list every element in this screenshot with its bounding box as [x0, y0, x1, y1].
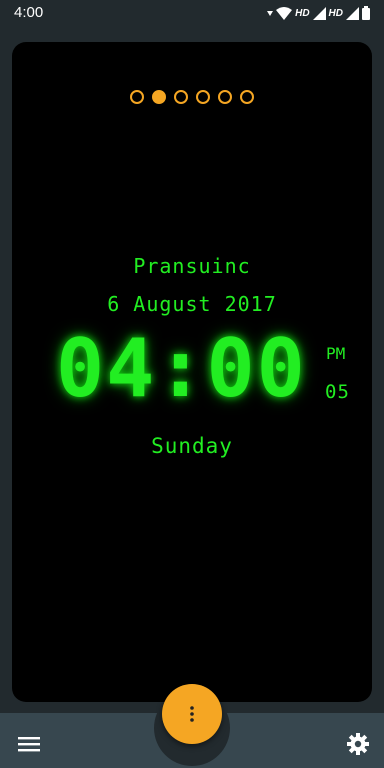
- page-dot[interactable]: [174, 90, 188, 104]
- status-time: 4:00: [14, 4, 44, 21]
- network-label-1: HD: [295, 7, 310, 19]
- page-dot[interactable]: [196, 90, 210, 104]
- page-dot[interactable]: [218, 90, 232, 104]
- menu-icon[interactable]: [18, 735, 42, 753]
- signal-icon: [346, 6, 359, 20]
- ampm-indicator: PM: [326, 344, 346, 363]
- page-dot[interactable]: [240, 90, 254, 104]
- owner-name: Pransuinc: [133, 254, 251, 278]
- page-dot[interactable]: [152, 90, 166, 104]
- seconds-text: 05: [325, 381, 350, 403]
- more-vertical-icon: [190, 706, 194, 722]
- network-label-2: HD: [328, 7, 343, 19]
- page-dot[interactable]: [130, 90, 144, 104]
- wifi-icon: [276, 6, 293, 20]
- clock-time: 04:00: [56, 322, 307, 415]
- weekday-text: Sunday: [151, 434, 233, 458]
- gear-icon[interactable]: [346, 732, 370, 756]
- battery-icon: [362, 6, 370, 20]
- status-bar: 4:00 HD HD: [0, 0, 384, 26]
- status-icons: HD HD: [267, 5, 370, 21]
- page-indicator: [12, 90, 372, 104]
- signal-icon: [312, 6, 326, 20]
- date-text: 6 August 2017: [107, 292, 277, 316]
- clock-panel[interactable]: Pransuinc 6 August 2017 04:00 PM 05 Sund…: [12, 42, 372, 702]
- more-options-button[interactable]: [162, 684, 222, 744]
- data-arrow-icon: [267, 11, 274, 16]
